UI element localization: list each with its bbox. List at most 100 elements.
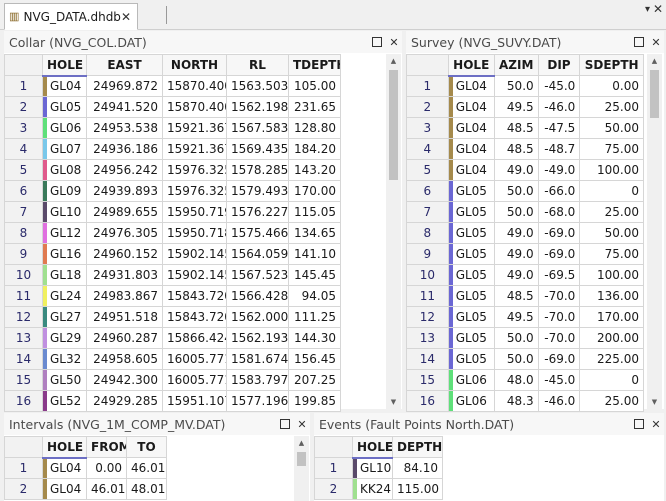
row-number[interactable]: 1 — [4, 75, 43, 97]
scroll-up-icon[interactable]: ▲ — [386, 54, 401, 68]
row-number[interactable]: 5 — [4, 159, 43, 181]
cell-rl[interactable]: 1567.523 — [226, 264, 289, 286]
collar-grid[interactable]: HOLEEASTNORTHRLTDEPTH 1GL0424969.8721587… — [4, 54, 341, 412]
table-row[interactable]: 2 GL04 46.01 48.01 — [4, 478, 167, 500]
cell-from[interactable]: 46.01 — [86, 478, 127, 500]
table-row[interactable]: 2 GL04 49.5 -46.0 25.00 — [406, 96, 644, 118]
row-number[interactable]: 10 — [4, 264, 43, 286]
column-header-rl[interactable]: RL — [226, 54, 289, 76]
cell-tdepth[interactable]: 184.20 — [288, 138, 341, 160]
cell-tdepth[interactable]: 128.80 — [288, 117, 341, 139]
cell-dip[interactable]: -46.0 — [537, 96, 581, 118]
cell-sdepth[interactable]: 50.00 — [579, 222, 644, 244]
hole-cell[interactable]: GL05 — [447, 348, 495, 370]
cell-east[interactable]: 24951.518 — [86, 306, 163, 328]
row-number[interactable]: 3 — [4, 117, 43, 139]
cell-rl[interactable]: 1583.797 — [226, 369, 289, 391]
cell-tdepth[interactable]: 207.25 — [288, 369, 341, 391]
scroll-thumb[interactable] — [650, 70, 659, 118]
cell-sdepth[interactable]: 50.00 — [579, 117, 644, 139]
hole-cell[interactable]: GL04 — [447, 138, 495, 160]
cell-tdepth[interactable]: 144.30 — [288, 327, 341, 349]
cell-from[interactable]: 0.00 — [86, 457, 127, 479]
hole-cell[interactable]: GL05 — [447, 327, 495, 349]
hole-cell[interactable]: GL04 — [447, 117, 495, 139]
cell-rl[interactable]: 1578.285 — [226, 159, 289, 181]
table-row[interactable]: 3 GL06 24953.538 15921.367 1567.583 128.80 — [4, 117, 341, 139]
hole-cell[interactable]: GL06 — [42, 117, 87, 139]
cell-tdepth[interactable]: 143.20 — [288, 159, 341, 181]
cell-tdepth[interactable]: 134.65 — [288, 222, 341, 244]
table-row[interactable]: 15 GL06 48.0 -45.0 0 — [406, 369, 644, 391]
table-row[interactable]: 11 GL05 48.5 -70.0 136.00 — [406, 285, 644, 307]
row-number[interactable]: 2 — [4, 96, 43, 118]
row-number[interactable]: 14 — [406, 348, 449, 370]
intervals-grid[interactable]: HOLEFROMTO 1 GL04 0.0046.01 2 GL04 46.0148.01 — [4, 436, 167, 500]
table-row[interactable]: 8 GL05 49.0 -69.0 50.00 — [406, 222, 644, 244]
scroll-thumb[interactable] — [297, 452, 306, 466]
row-number[interactable]: 15 — [4, 369, 43, 391]
scroll-thumb[interactable] — [389, 70, 398, 180]
tab-list-dropdown-icon[interactable]: ▾ — [645, 4, 650, 15]
row-number[interactable]: 8 — [4, 222, 43, 244]
cell-east[interactable]: 24929.285 — [86, 390, 163, 412]
cell-rl[interactable]: 1562.193 — [226, 327, 289, 349]
cell-rl[interactable]: 1577.196 — [226, 390, 289, 412]
column-header-to[interactable]: TO — [126, 436, 167, 458]
close-icon[interactable]: ✕ — [648, 36, 664, 49]
survey-grid[interactable]: HOLE AZIM DIP SDEPTH 1 GL04 50.0 -45.0 0.00 2 GL0… — [406, 54, 644, 412]
cell-sdepth[interactable]: 0.00 — [579, 75, 644, 97]
cell-east[interactable]: 24958.605 — [86, 348, 163, 370]
cell-dip[interactable]: -66.0 — [537, 180, 581, 202]
cell-azim[interactable]: 49.5 — [493, 306, 539, 328]
cell-rl[interactable]: 1569.435 — [226, 138, 289, 160]
cell-rl[interactable]: 1579.493 — [226, 180, 289, 202]
hole-cell[interactable]: GL29 — [42, 327, 87, 349]
cell-dip[interactable]: -70.0 — [537, 327, 581, 349]
close-icon[interactable]: ✕ — [294, 418, 310, 431]
row-number[interactable]: 11 — [406, 285, 449, 307]
row-number[interactable]: 9 — [406, 243, 449, 265]
hole-cell[interactable]: GL05 — [447, 264, 495, 286]
window-close-icon[interactable]: ✕ — [653, 2, 663, 16]
cell-dip[interactable]: -69.0 — [537, 243, 581, 265]
cell-sdepth[interactable]: 170.00 — [579, 306, 644, 328]
cell-to[interactable]: 48.01 — [126, 478, 167, 500]
column-header-east[interactable]: EAST — [86, 54, 163, 76]
hole-cell[interactable]: GL27 — [42, 306, 87, 328]
cell-azim[interactable]: 48.5 — [493, 117, 539, 139]
row-number[interactable]: 2 — [4, 478, 43, 500]
row-number[interactable]: 9 — [4, 243, 43, 265]
close-icon[interactable]: ✕ — [648, 418, 664, 431]
hole-cell[interactable]: GL08 — [42, 159, 87, 181]
cell-sdepth[interactable]: 200.00 — [579, 327, 644, 349]
row-number[interactable]: 6 — [4, 180, 43, 202]
table-row[interactable]: 1 GL04 0.00 46.01 — [4, 457, 167, 479]
row-number[interactable]: 14 — [4, 348, 43, 370]
cell-east[interactable]: 24956.242 — [86, 159, 163, 181]
row-number[interactable]: 16 — [406, 390, 449, 412]
cell-sdepth[interactable]: 75.00 — [579, 138, 644, 160]
table-row[interactable]: 12 GL05 49.5 -70.0 170.00 — [406, 306, 644, 328]
table-row[interactable]: 6 GL05 50.0 -66.0 0 — [406, 180, 644, 202]
column-header-azim[interactable]: AZIM — [493, 54, 539, 76]
cell-east[interactable]: 24989.655 — [86, 201, 163, 223]
hole-cell[interactable]: GL32 — [42, 348, 87, 370]
hole-cell[interactable]: GL05 — [42, 96, 87, 118]
table-row[interactable]: 13 GL29 24960.287 15866.424 1562.193 144.30 — [4, 327, 341, 349]
cell-azim[interactable]: 49.0 — [493, 159, 539, 181]
cell-sdepth[interactable]: 25.00 — [579, 96, 644, 118]
cell-tdepth[interactable]: 115.05 — [288, 201, 341, 223]
hole-cell[interactable]: GL09 — [42, 180, 87, 202]
row-number[interactable]: 4 — [406, 138, 449, 160]
cell-north[interactable]: 15921.367 — [162, 138, 227, 160]
table-row[interactable]: 4 GL04 48.5 -48.7 75.00 — [406, 138, 644, 160]
hole-cell[interactable]: GL10 — [352, 457, 393, 479]
document-tab[interactable]: NVG_DATA.dhdb ✕ — [4, 3, 138, 30]
cell-north[interactable]: 15843.720 — [162, 285, 227, 307]
row-number[interactable]: 13 — [4, 327, 43, 349]
cell-north[interactable]: 15950.719 — [162, 201, 227, 223]
cell-tdepth[interactable]: 156.45 — [288, 348, 341, 370]
table-row[interactable]: 10 GL18 24931.803 15902.145 1567.523 145.45 — [4, 264, 341, 286]
row-number[interactable]: 1 — [314, 457, 353, 479]
